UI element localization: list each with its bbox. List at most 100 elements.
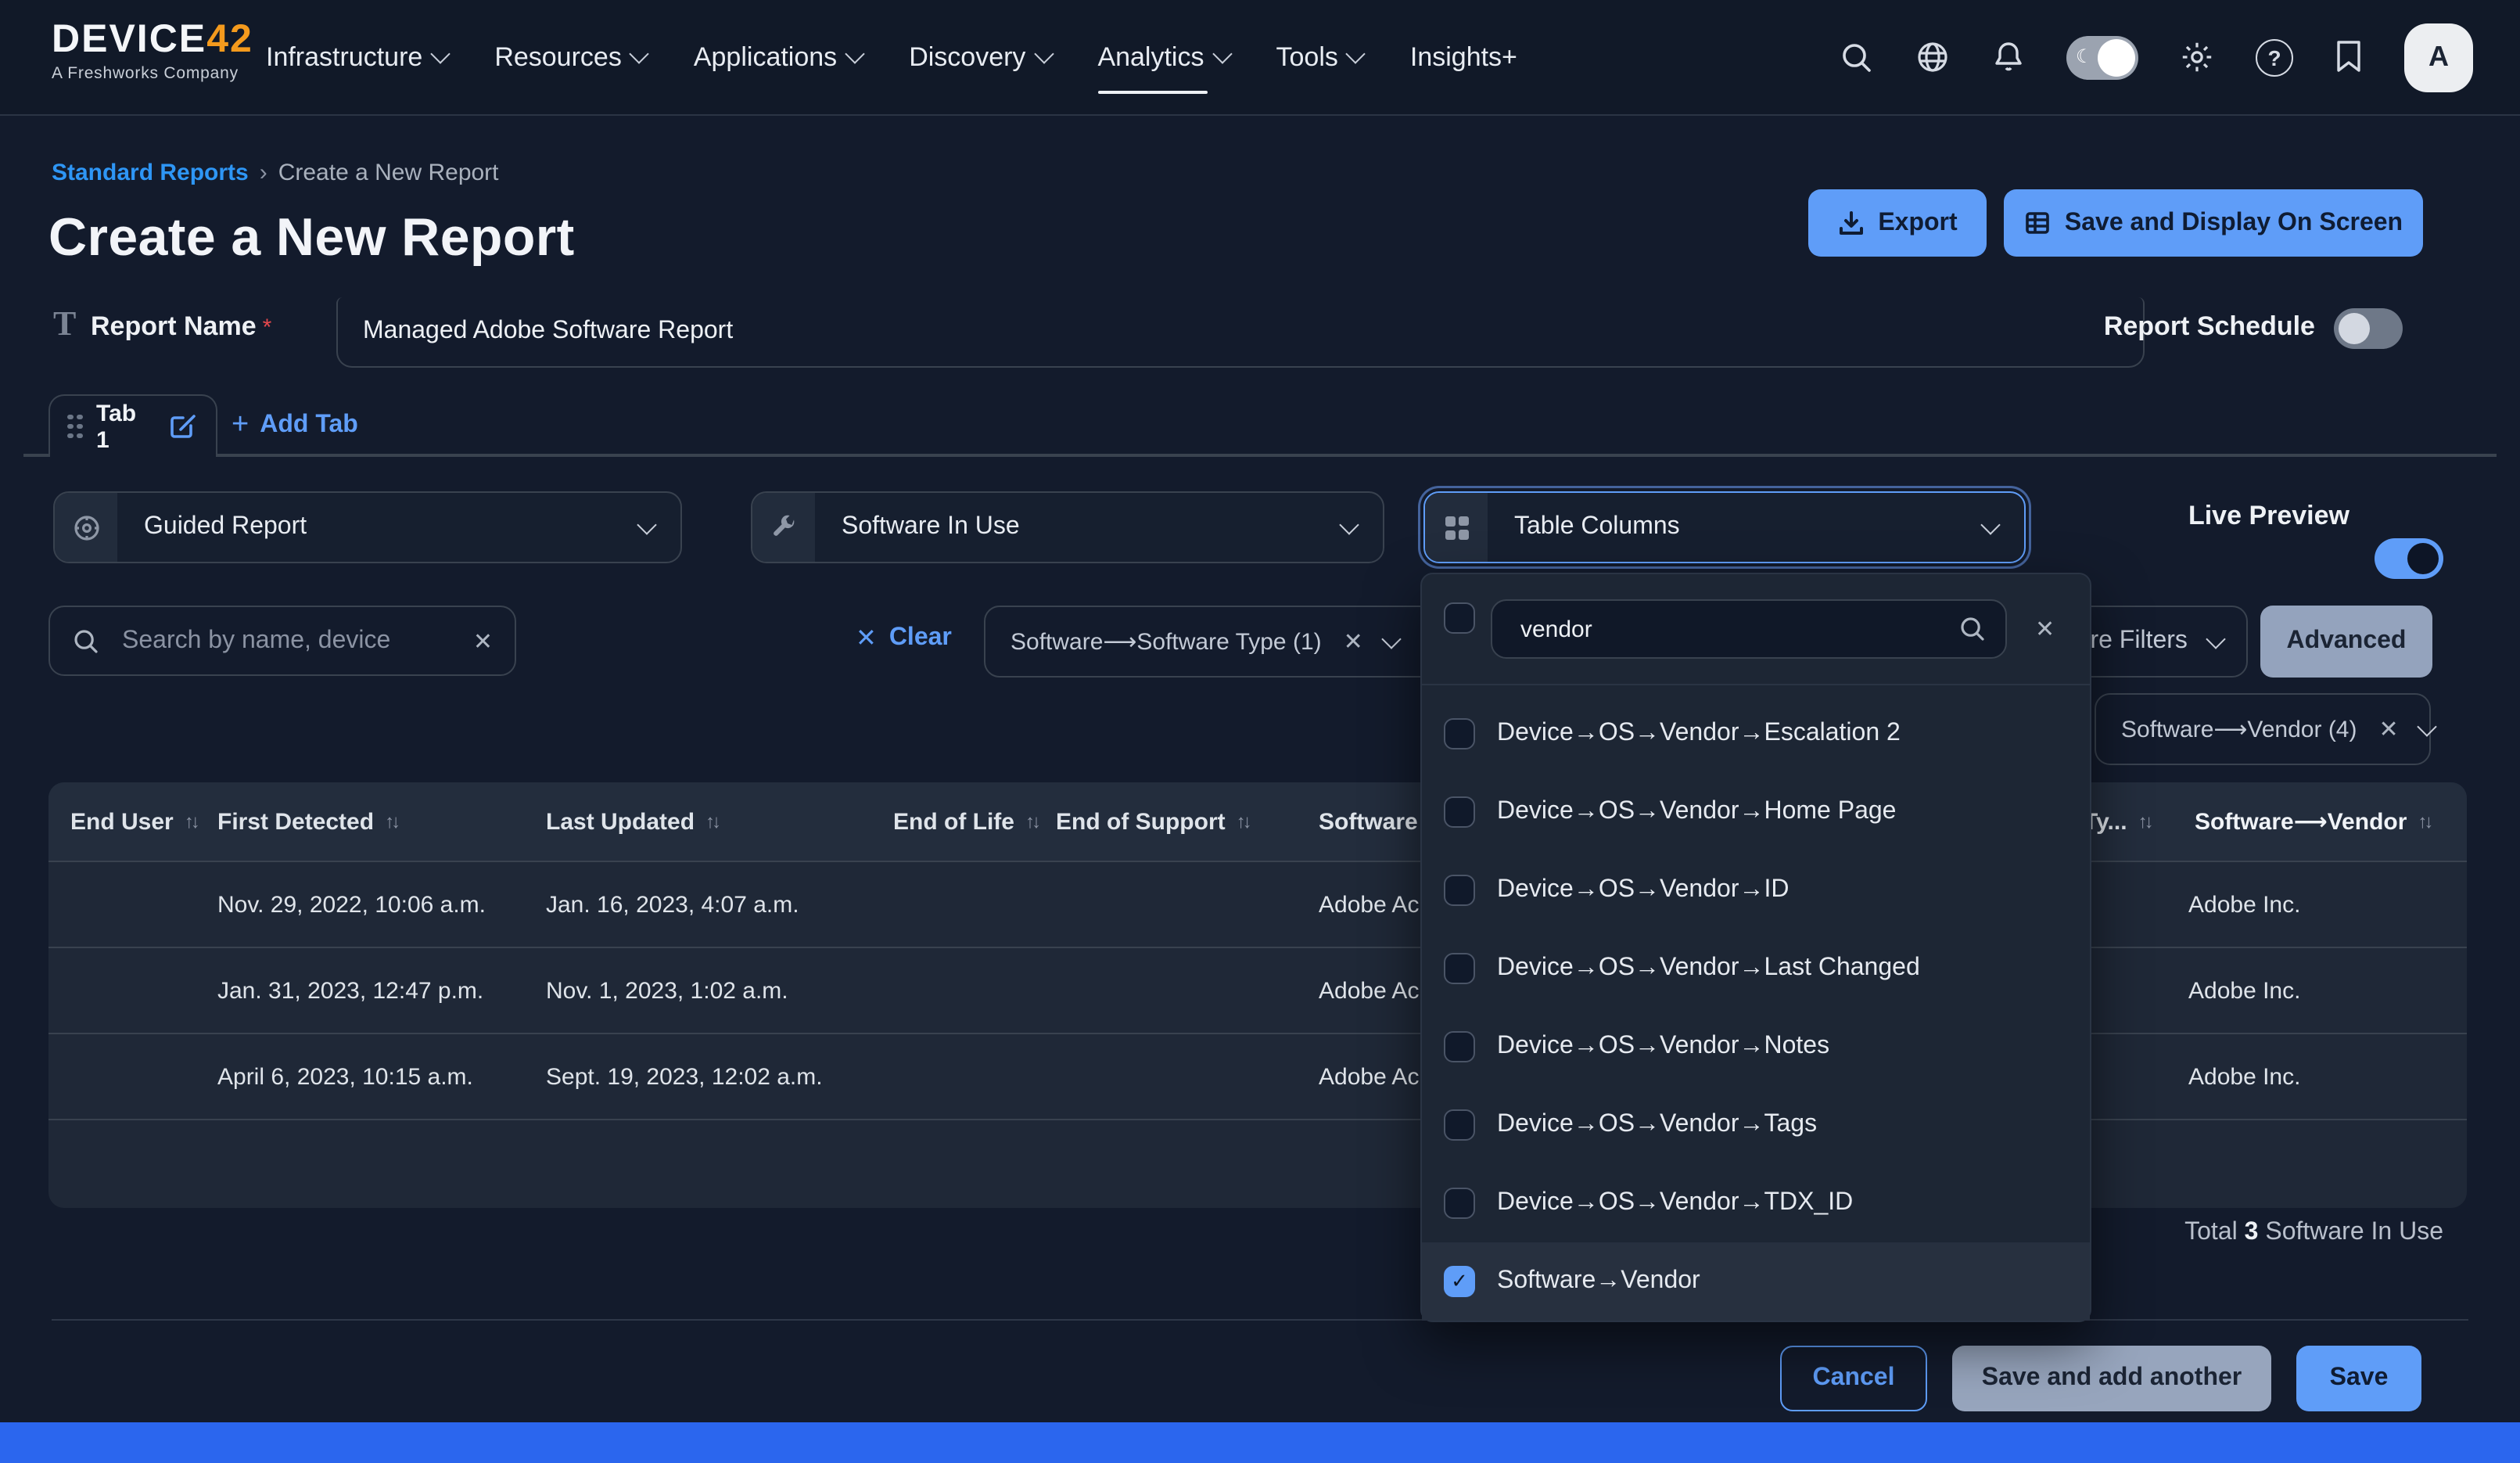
tab-1[interactable]: Tab 1	[48, 394, 217, 457]
column-option[interactable]: Device→OS→Vendor→Last Changed	[1422, 929, 2090, 1008]
theme-toggle[interactable]: ☾	[2066, 35, 2138, 79]
breadcrumb-link[interactable]: Standard Reports	[52, 160, 249, 186]
column-checkbox[interactable]	[1444, 1266, 1475, 1297]
chevron-down-icon	[2206, 628, 2226, 648]
column-option[interactable]: Device→OS→Vendor→ID	[1422, 851, 2090, 929]
column-header-software[interactable]: Software	[1319, 782, 1418, 861]
cell-first-detected: April 6, 2023, 10:15 a.m.	[217, 1034, 473, 1120]
clear-filters-button[interactable]: ✕ Clear	[856, 623, 952, 654]
column-checkbox[interactable]	[1444, 718, 1475, 749]
column-checkbox[interactable]	[1444, 1031, 1475, 1062]
column-option[interactable]: Software→Vendor	[1422, 1242, 2090, 1321]
chevron-down-icon	[431, 44, 451, 63]
table-row[interactable]: Nov. 29, 2022, 10:06 a.m. Jan. 16, 2023,…	[48, 861, 2467, 947]
advanced-button[interactable]: Advanced	[2260, 606, 2432, 678]
column-header-software-vendor[interactable]: Software⟶Vendor↑↓	[2195, 782, 2430, 861]
object-type-select[interactable]: Software In Use	[751, 491, 1384, 563]
bookmark-icon[interactable]	[2334, 39, 2364, 75]
globe-icon[interactable]	[1915, 39, 1951, 75]
nav-item[interactable]: Analytics	[1097, 0, 1229, 114]
footer-divider	[52, 1319, 2468, 1321]
chevron-down-icon	[845, 44, 864, 63]
logo[interactable]: DEVICE42 A Freshworks Company	[52, 20, 253, 83]
clear-column-search-icon[interactable]: ✕	[2035, 615, 2055, 643]
chevron-down-icon	[1212, 44, 1232, 63]
table-row[interactable]: April 6, 2023, 10:15 a.m. Sept. 19, 2023…	[48, 1033, 2467, 1119]
nav-item[interactable]: Discovery	[909, 0, 1050, 114]
column-option[interactable]: Device→OS→Vendor→Notes	[1422, 1008, 2090, 1086]
help-icon[interactable]: ?	[2256, 38, 2293, 76]
search-icon	[72, 627, 100, 655]
nav-item[interactable]: Applications	[694, 0, 862, 114]
remove-chip-icon[interactable]: ✕	[1344, 627, 1363, 656]
column-checkbox[interactable]	[1444, 796, 1475, 828]
sort-icon[interactable]: ↑↓	[705, 811, 718, 832]
nav-item[interactable]: Infrastructure	[266, 0, 447, 114]
column-option[interactable]: Device→OS→Vendor→Escalation 2	[1422, 695, 2090, 773]
cell-software: Adobe Ac	[1319, 862, 1419, 948]
table-columns-dropdown: ✕ Device→OS→Vendor→Escalation 2 Device→O…	[1420, 573, 2091, 1322]
search-icon[interactable]	[1840, 40, 1874, 74]
column-header-end-of-support[interactable]: End of Support↑↓	[1056, 782, 1249, 861]
save-and-add-another-button[interactable]: Save and add another	[1952, 1346, 2271, 1411]
column-header-end-of-life[interactable]: End of Life↑↓	[893, 782, 1038, 861]
tab-label: Tab 1	[96, 400, 155, 453]
text-field-icon: T	[53, 304, 76, 344]
navbar-actions: ☾ ? A	[1840, 0, 2473, 114]
column-header-first-detected[interactable]: First Detected↑↓	[217, 782, 397, 861]
nav-item[interactable]: Insights+	[1410, 0, 1517, 114]
column-option[interactable]: Device→OS→Vendor→Tags	[1422, 1086, 2090, 1164]
column-search-input[interactable]	[1517, 614, 1946, 644]
report-type-select[interactable]: Guided Report	[53, 491, 682, 563]
report-name-input[interactable]	[338, 297, 2193, 366]
sort-icon[interactable]: ↑↓	[1237, 811, 1249, 832]
column-checkbox[interactable]	[1444, 875, 1475, 906]
gear-icon[interactable]	[2179, 39, 2215, 75]
tab-baseline	[23, 454, 2497, 456]
cell-first-detected: Nov. 29, 2022, 10:06 a.m.	[217, 862, 486, 948]
select-all-checkbox[interactable]	[1444, 602, 1475, 634]
save-button[interactable]: Save	[2296, 1346, 2421, 1411]
remove-chip-icon[interactable]: ✕	[2379, 715, 2399, 743]
column-header-last-updated[interactable]: Last Updated↑↓	[546, 782, 718, 861]
table-columns-select[interactable]: Table Columns	[1423, 491, 2026, 563]
nav-item[interactable]: Resources	[494, 0, 647, 114]
sort-icon[interactable]: ↑↓	[385, 811, 397, 832]
column-checkbox[interactable]	[1444, 953, 1475, 984]
save-and-display-button[interactable]: Save and Display On Screen	[2004, 189, 2423, 257]
cancel-button[interactable]: Cancel	[1780, 1346, 1927, 1411]
column-checkbox[interactable]	[1444, 1188, 1475, 1219]
toggle-knob	[2407, 543, 2439, 574]
export-button[interactable]: Export	[1808, 189, 1987, 257]
filter-chip-software-type[interactable]: Software⟶Software Type (1) ✕	[984, 606, 1463, 678]
toggle-knob	[2339, 313, 2370, 344]
column-option[interactable]: Device→OS→Vendor→TDX_ID	[1422, 1164, 2090, 1242]
logo-42: 42	[206, 17, 253, 61]
filter-chip-vendor[interactable]: Software⟶Vendor (4) ✕	[2095, 693, 2431, 765]
bottom-accent-bar	[0, 1422, 2520, 1463]
column-checkbox[interactable]	[1444, 1109, 1475, 1141]
bell-icon[interactable]	[1991, 39, 2026, 75]
chevron-down-icon	[1382, 628, 1402, 648]
edit-icon[interactable]	[169, 412, 199, 441]
nav-item[interactable]: Tools	[1276, 0, 1363, 114]
clear-search-icon[interactable]: ✕	[473, 627, 493, 655]
report-name-field	[336, 297, 2145, 368]
cell-vendor: Adobe Inc.	[2188, 862, 2300, 948]
sort-icon[interactable]: ↑↓	[2418, 811, 2430, 832]
column-header-type[interactable]: Ty...↑↓	[2084, 782, 2151, 861]
sort-icon[interactable]: ↑↓	[185, 811, 197, 832]
live-preview-toggle[interactable]	[2375, 538, 2443, 579]
drag-handle-icon[interactable]	[67, 415, 82, 439]
cell-last-updated: Nov. 1, 2023, 1:02 a.m.	[546, 948, 788, 1034]
add-tab-button[interactable]: + Add Tab	[232, 404, 358, 448]
sort-icon[interactable]: ↑↓	[1025, 811, 1038, 832]
chevron-down-icon	[637, 514, 656, 534]
table-row[interactable]: Jan. 31, 2023, 12:47 p.m. Nov. 1, 2023, …	[48, 947, 2467, 1033]
table-search-input[interactable]	[119, 625, 454, 656]
report-schedule-toggle[interactable]	[2334, 308, 2403, 349]
avatar[interactable]: A	[2404, 23, 2473, 92]
column-option[interactable]: Device→OS→Vendor→Home Page	[1422, 773, 2090, 851]
column-header-end-user[interactable]: End User↑↓	[70, 782, 197, 861]
sort-icon[interactable]: ↑↓	[2138, 811, 2151, 832]
